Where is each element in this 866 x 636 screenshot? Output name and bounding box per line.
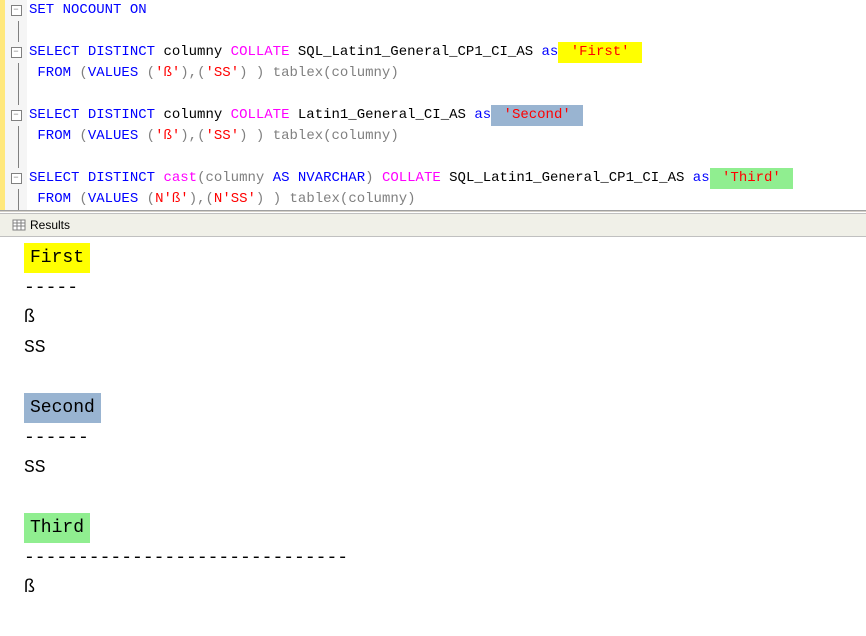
fold-gutter: − (5, 105, 27, 126)
code-line: SELECT DISTINCT cast(columny AS NVARCHAR… (27, 168, 793, 189)
result-header-second: Second (24, 393, 101, 423)
fold-gutter: − (5, 0, 27, 21)
results-icon (12, 218, 26, 232)
result-header-third: Third (24, 513, 90, 543)
fold-toggle[interactable]: − (11, 5, 22, 16)
result-dashes: ----- (24, 273, 842, 303)
result-row: SS (24, 453, 842, 483)
code-line: SELECT DISTINCT columny COLLATE SQL_Lati… (27, 42, 642, 63)
code-line (27, 21, 29, 42)
code-line: SET NOCOUNT ON (27, 0, 147, 21)
fold-gutter (5, 189, 27, 210)
sql-editor[interactable]: − SET NOCOUNT ON − SELECT DISTINCT colum… (0, 0, 866, 210)
code-line (27, 84, 29, 105)
fold-gutter: − (5, 42, 27, 63)
results-tab-label: Results (30, 218, 70, 232)
result-row: ß (24, 303, 842, 333)
fold-gutter (5, 63, 27, 84)
fold-gutter (5, 147, 27, 168)
code-line: FROM (VALUES ('ß'),('SS') ) tablex(colum… (27, 126, 399, 147)
code-line: FROM (VALUES ('ß'),('SS') ) tablex(colum… (27, 63, 399, 84)
fold-toggle[interactable]: − (11, 110, 22, 121)
result-dashes: ------ (24, 423, 842, 453)
code-line (27, 147, 29, 168)
result-row: ß (24, 573, 842, 603)
result-blank (24, 483, 842, 513)
result-header-first: First (24, 243, 90, 273)
result-dashes: ------------------------------ (24, 543, 842, 573)
results-tab[interactable]: Results (4, 216, 78, 234)
result-row: SS (24, 333, 842, 363)
code-line: SELECT DISTINCT columny COLLATE Latin1_G… (27, 105, 583, 126)
result-blank (24, 363, 842, 393)
results-pane[interactable]: First ----- ß SS Second ------ SS Third … (0, 237, 866, 609)
fold-gutter: − (5, 168, 27, 189)
results-tab-bar: Results (0, 213, 866, 237)
fold-toggle[interactable]: − (11, 47, 22, 58)
fold-gutter (5, 21, 27, 42)
fold-gutter (5, 84, 27, 105)
fold-gutter (5, 126, 27, 147)
code-line: FROM (VALUES (N'ß'),(N'SS') ) tablex(col… (27, 189, 416, 210)
fold-toggle[interactable]: − (11, 173, 22, 184)
